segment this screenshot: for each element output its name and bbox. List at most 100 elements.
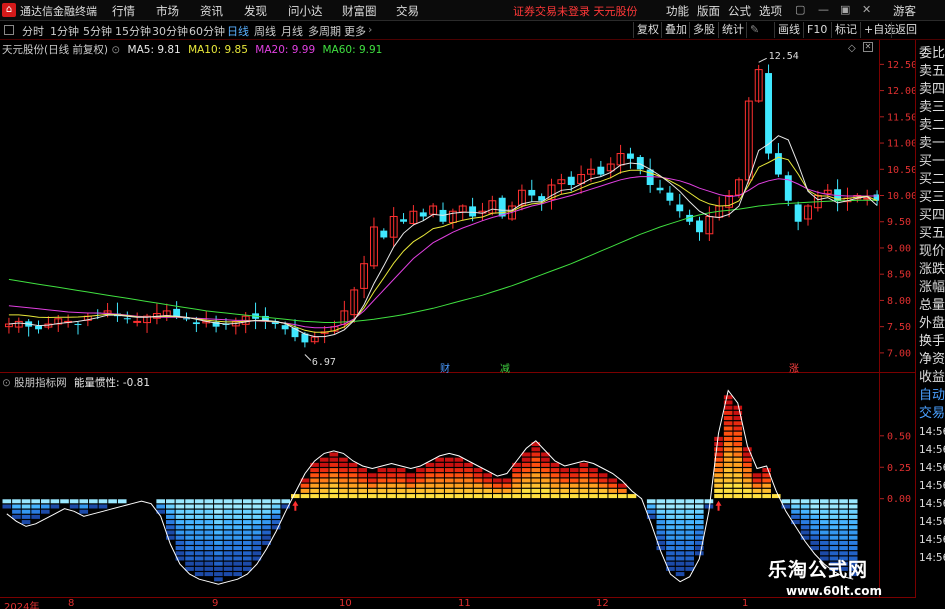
indicator-chart[interactable] — [0, 373, 880, 597]
menu-layout[interactable]: 版面 — [697, 3, 720, 19]
indicator-brick — [175, 509, 185, 514]
indicator-brick — [685, 556, 694, 561]
event-marker-reduce[interactable]: 减 — [500, 360, 510, 375]
side-panel-item[interactable]: 涨幅 — [919, 279, 945, 297]
btn-adjust[interactable]: 复权 — [633, 22, 662, 38]
diamond-icon[interactable]: ◇ — [848, 43, 856, 54]
side-panel-item[interactable]: 委比 — [919, 45, 945, 63]
btn-multi-stock[interactable]: 多股 — [689, 22, 718, 38]
gear-icon[interactable]: ⊙ — [111, 44, 120, 56]
indicator-brick — [723, 462, 733, 467]
skin-icon[interactable]: ▢ — [795, 3, 805, 16]
period-more[interactable]: 更多 — [344, 23, 366, 39]
side-panel-item[interactable]: 交易 — [919, 405, 945, 423]
side-panel-item[interactable]: 买三 — [919, 189, 945, 207]
btn-stats[interactable]: 统计 — [718, 22, 747, 38]
period-tick[interactable]: 分时 — [22, 23, 44, 39]
side-panel-item[interactable]: 14:56 — [919, 441, 945, 459]
side-panel-item[interactable]: 净资 — [919, 351, 945, 369]
menu-wealth[interactable]: 财富圈 — [342, 3, 377, 19]
side-panel-item[interactable]: 14:56 — [919, 495, 945, 513]
btn-drawline[interactable]: 画线 — [774, 22, 803, 38]
btn-mark[interactable]: 标记 — [831, 22, 860, 38]
btn-f10[interactable]: F10 — [803, 22, 830, 38]
period-monthly[interactable]: 月线 — [281, 23, 303, 39]
side-panel-item[interactable]: 14:56 — [919, 423, 945, 441]
side-panel-item[interactable]: 卖三 — [919, 99, 945, 117]
side-panel-item[interactable]: 卖一 — [919, 135, 945, 153]
side-panel-item[interactable]: 换手 — [919, 333, 945, 351]
side-panel-item[interactable]: 现价 — [919, 243, 945, 261]
side-panel-item[interactable]: 总量 — [919, 297, 945, 315]
event-marker-rise[interactable]: 涨 — [789, 360, 799, 375]
side-panel-item[interactable]: 买五 — [919, 225, 945, 243]
menu-options[interactable]: 选项 — [759, 3, 782, 19]
period-15min[interactable]: 15分钟 — [115, 23, 151, 39]
side-panel-item[interactable]: 14:56 — [919, 477, 945, 495]
indicator-brick — [829, 504, 839, 509]
btn-back[interactable]: 返回 — [891, 22, 920, 38]
side-panel-item[interactable]: 卖五 — [919, 63, 945, 81]
indicator-brick — [175, 520, 185, 525]
menu-formula[interactable]: 公式 — [728, 3, 751, 19]
gear-icon[interactable]: ⊙ — [2, 377, 11, 389]
close-panel-icon[interactable]: ✕ — [863, 42, 873, 52]
side-panel-item[interactable]: 收益 — [919, 369, 945, 387]
indicator-brick — [40, 504, 50, 509]
menu-news[interactable]: 资讯 — [200, 3, 223, 19]
indicator-brick — [214, 499, 223, 504]
menu-ask[interactable]: 问小达 — [288, 3, 323, 19]
indicator-brick — [743, 447, 752, 452]
indicator-brick — [723, 395, 733, 400]
period-1min[interactable]: 1分钟 — [50, 23, 79, 39]
indicator-brick — [675, 530, 685, 535]
menu-trade[interactable]: 交易 — [396, 3, 419, 19]
price-chart[interactable] — [0, 40, 880, 372]
side-panel-item[interactable]: 卖二 — [919, 117, 945, 135]
side-panel-item[interactable]: 14:56 — [919, 531, 945, 549]
side-panel-item[interactable]: 买四 — [919, 207, 945, 225]
indicator-brick — [829, 530, 839, 535]
menu-function[interactable]: 功能 — [666, 3, 689, 19]
indicator-brick — [656, 499, 666, 504]
indicator-brick — [550, 483, 560, 488]
side-panel-item[interactable]: 买一 — [919, 153, 945, 171]
close-icon[interactable]: ✕ — [862, 3, 871, 16]
chevron-right-icon[interactable]: › — [368, 23, 372, 36]
period-multi[interactable]: 多周期 — [308, 23, 341, 39]
indicator-brick — [31, 509, 40, 514]
side-panel-item[interactable]: 涨跌 — [919, 261, 945, 279]
side-panel-item[interactable]: 外盘 — [919, 315, 945, 333]
menu-quotes[interactable]: 行情 — [112, 3, 135, 19]
menu-market[interactable]: 市场 — [156, 3, 179, 19]
toggle-panel-icon[interactable] — [4, 25, 14, 35]
side-panel-item[interactable]: 买二 — [919, 171, 945, 189]
indicator-brick — [704, 499, 714, 504]
menu-discover[interactable]: 发现 — [244, 3, 267, 19]
indicator-brick — [694, 535, 704, 540]
indicator-brick — [743, 457, 752, 462]
minimize-icon[interactable]: — — [818, 3, 829, 16]
candle-body — [74, 323, 82, 325]
side-panel-item[interactable]: 14:56 — [919, 513, 945, 531]
side-panel-item[interactable]: 14:56 — [919, 459, 945, 477]
indicator-brick — [502, 488, 512, 493]
side-panel-item[interactable]: 14:56 — [919, 549, 945, 567]
indicator-tick-label: 0.50 — [887, 431, 911, 442]
restore-icon[interactable]: ▣ — [840, 3, 850, 16]
user-label[interactable]: 游客 — [893, 3, 916, 19]
period-5min[interactable]: 5分钟 — [83, 23, 112, 39]
period-daily[interactable]: 日线 — [227, 23, 249, 39]
side-panel-item[interactable]: 自动 — [919, 387, 945, 405]
side-panel-item[interactable]: 卖四 — [919, 81, 945, 99]
event-marker-finance[interactable]: 财 — [440, 360, 450, 375]
indicator-brick — [319, 483, 329, 488]
indicator-brick — [242, 561, 252, 566]
period-weekly[interactable]: 周线 — [254, 23, 276, 39]
btn-overlay[interactable]: 叠加 — [661, 22, 690, 38]
period-60min[interactable]: 60分钟 — [189, 23, 225, 39]
period-30min[interactable]: 30分钟 — [152, 23, 188, 39]
draw-pen-icon[interactable]: ✎ — [746, 22, 762, 38]
indicator-brick — [608, 483, 618, 488]
indicator-brick — [21, 520, 31, 525]
